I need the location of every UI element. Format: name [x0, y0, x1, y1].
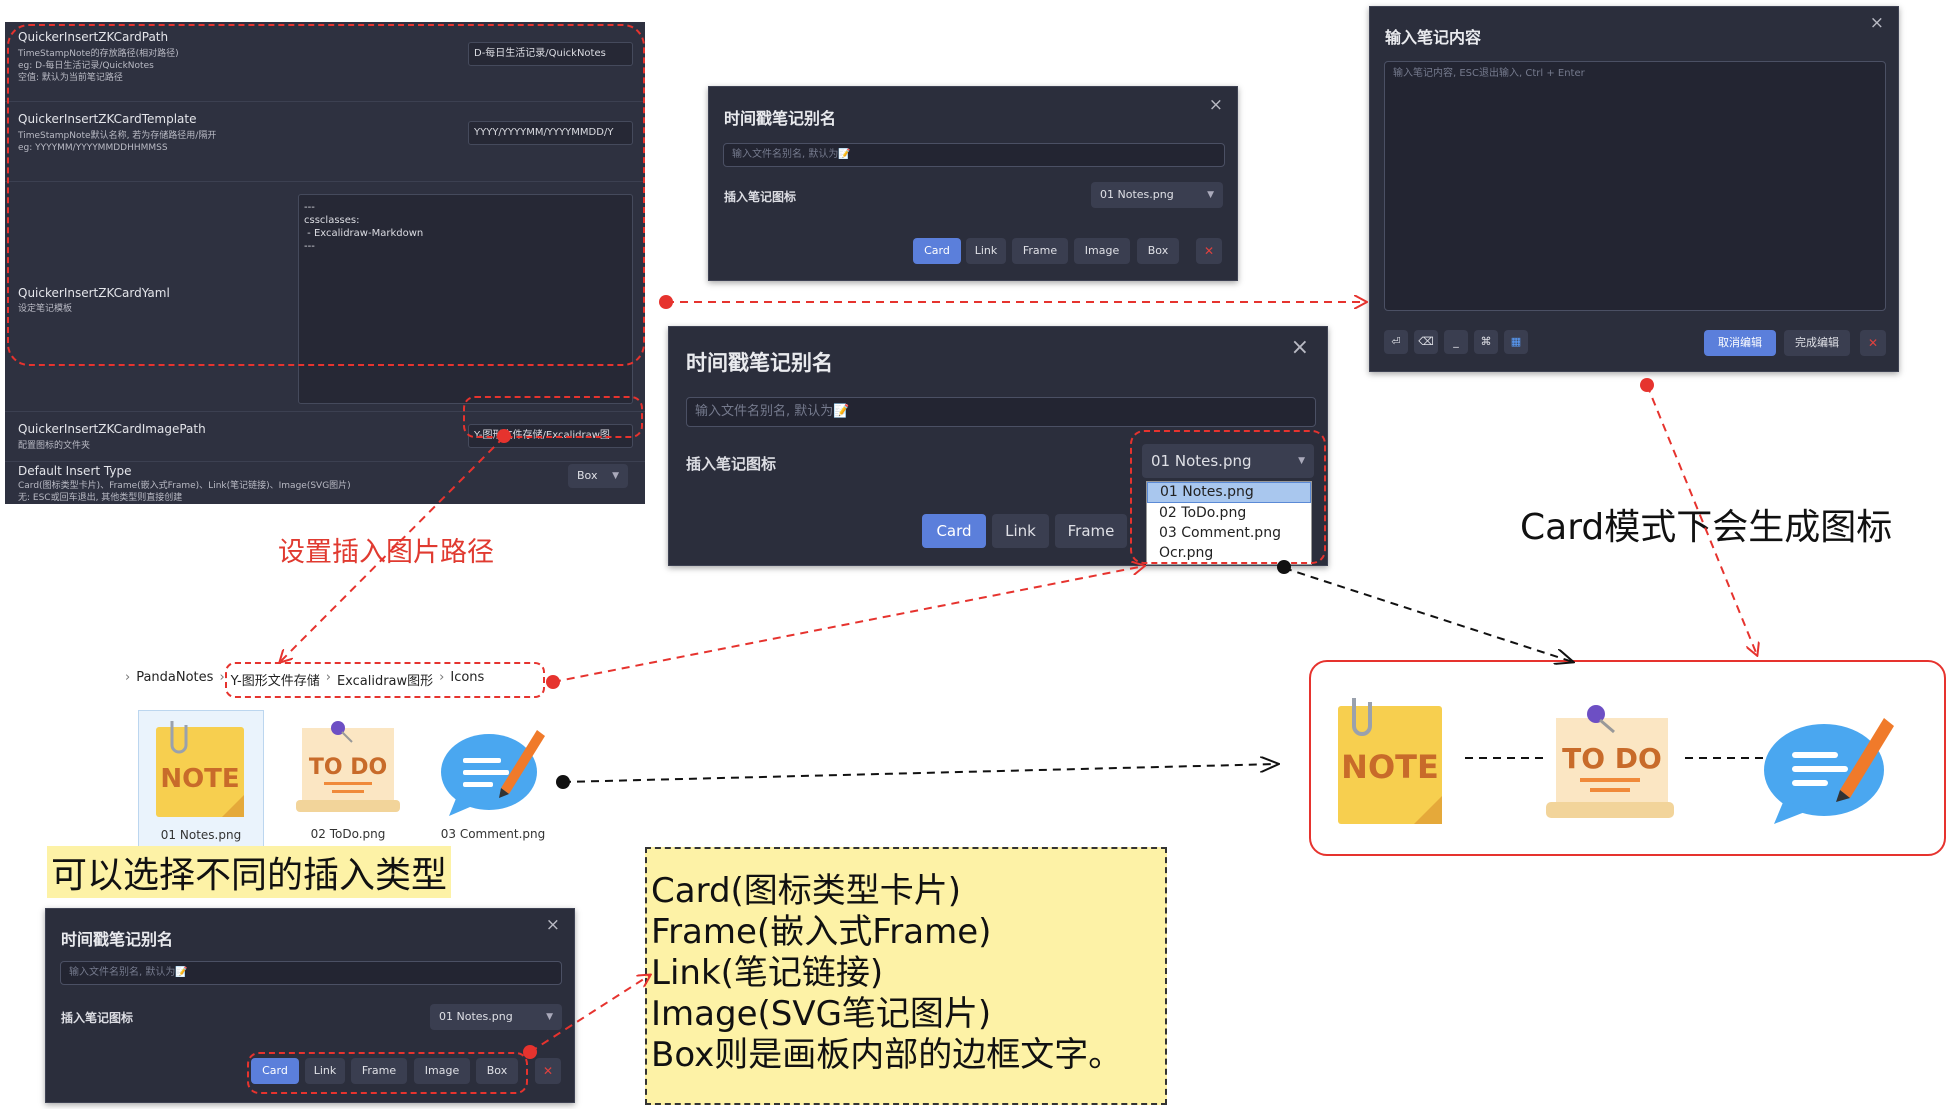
type-card: Card(图标类型卡片) [651, 871, 962, 911]
card-button[interactable]: Card [922, 514, 986, 548]
breadcrumb-item[interactable]: PandaNotes [136, 670, 213, 689]
frame-button[interactable]: Frame [1012, 238, 1068, 264]
comment-bubble-icon [441, 730, 545, 816]
todo-icon-text: TO DO [309, 755, 387, 780]
insert-type-select[interactable]: Box ▼ [568, 464, 628, 488]
file-thumbnail-comment[interactable]: 03 Comment.png [430, 710, 556, 848]
done-edit-button[interactable]: 完成编辑 [1784, 330, 1850, 356]
highlight-card-settings [7, 24, 645, 366]
highlight-buttons [247, 1052, 528, 1094]
cancel-x-button[interactable]: ✕ [535, 1058, 561, 1084]
underscore-tool-icon[interactable]: _ [1444, 330, 1468, 354]
icon-label: 插入笔记图标 [724, 190, 797, 204]
image-button[interactable]: Image [1074, 238, 1130, 264]
setting-desc: Card(图标类型卡片)、Frame(嵌入式Frame)、Link(笔记链接)、… [18, 481, 351, 503]
file-thumbnail-todo[interactable]: TO DO 02 ToDo.png [285, 710, 411, 848]
note-icon-text: NOTE [1341, 748, 1439, 786]
card-button[interactable]: Card [913, 238, 961, 264]
icon-label: 插入笔记图标 [61, 1011, 134, 1025]
chevron-down-icon: ▼ [612, 471, 619, 481]
annotation-insert-types: 可以选择不同的插入类型 [47, 846, 452, 898]
type-link: Link(笔记链接) [651, 953, 884, 993]
note-sticky-icon: NOTE [156, 721, 244, 817]
box-button[interactable]: Box [1137, 238, 1179, 264]
type-image: Image(SVG笔记图片) [651, 994, 992, 1034]
insert-types-note: Card(图标类型卡片) Frame(嵌入式Frame) Link(笔记链接) … [645, 847, 1167, 1105]
backspace-tool-icon[interactable]: ⌫ [1414, 330, 1438, 354]
cancel-x-button[interactable]: ✕ [1860, 330, 1886, 356]
alias-input[interactable]: 输入文件名别名, 默认为📝 [60, 961, 562, 985]
icon-select[interactable]: 01 Notes.png ▼ [1091, 182, 1223, 208]
file-thumbnail-notes[interactable]: NOTE 01 Notes.png [138, 710, 264, 848]
file-name: 01 Notes.png [160, 828, 242, 842]
annotation-image-path: 设置插入图片路径 [278, 537, 494, 568]
tag-tool-icon[interactable]: ⌘ [1474, 330, 1498, 354]
note-icon-text: NOTE [160, 764, 239, 794]
setting-row-insert-type: Default Insert Type Card(图标类型卡片)、Frame(嵌… [5, 462, 645, 504]
grid-tool-icon[interactable]: ▦ [1504, 330, 1528, 354]
file-name: 02 ToDo.png [310, 827, 386, 841]
close-icon[interactable]: × [546, 915, 560, 935]
setting-desc: 配置图标的文件夹 [18, 441, 91, 451]
icon-label: 插入笔记图标 [686, 455, 777, 473]
note-content-textarea[interactable]: 输入笔记内容, ESC退出输入, Ctrl + Enter [1384, 61, 1886, 311]
cancel-edit-button[interactable]: 取消编辑 [1704, 330, 1776, 356]
dialog-title: 输入笔记内容 [1385, 28, 1482, 47]
chevron-down-icon: ▼ [546, 1012, 553, 1022]
highlight-image-path [463, 396, 643, 438]
setting-name: QuickerInsertZKCardImagePath [18, 422, 206, 436]
close-icon[interactable]: × [1209, 95, 1223, 115]
icon-select-value: 01 Notes.png [1100, 188, 1174, 201]
icon-select-value: 01 Notes.png [439, 1010, 513, 1023]
comment-icon [1764, 718, 1894, 824]
alias-dialog-small: 时间戳笔记别名 × 输入文件名别名, 默认为📝 插入笔记图标 01 Notes.… [708, 86, 1238, 281]
type-frame: Frame(嵌入式Frame) [651, 912, 992, 952]
chevron-down-icon: ▼ [1207, 190, 1214, 200]
dialog-title: 时间戳笔记别名 [686, 351, 833, 375]
setting-name: Default Insert Type [18, 464, 132, 478]
file-name: 03 Comment.png [440, 827, 546, 841]
dialog-title: 时间戳笔记别名 [61, 930, 174, 949]
dialog-title: 时间戳笔记别名 [724, 109, 837, 128]
insert-type-value: Box [577, 469, 598, 482]
todo-icon-text: TO DO [1562, 742, 1662, 775]
icon-select[interactable]: 01 Notes.png ▼ [430, 1004, 562, 1030]
highlight-breadcrumb [225, 662, 545, 698]
link-button[interactable]: Link [966, 238, 1006, 264]
annotation-card-mode: Card模式下会生成图标 [1520, 507, 1893, 548]
note-icon: NOTE [1338, 698, 1442, 824]
frame-button[interactable]: Frame [1055, 514, 1127, 548]
close-icon[interactable]: × [1291, 335, 1309, 360]
link-tool-icon[interactable]: ⏎ [1384, 330, 1408, 354]
todo-paper-icon: TO DO [296, 721, 400, 812]
cancel-x-button[interactable]: ✕ [1196, 238, 1222, 264]
type-box: Box则是画板内部的边框文字。 [651, 1035, 1123, 1075]
alias-input[interactable]: 输入文件名别名, 默认为📝 [686, 397, 1316, 427]
close-icon[interactable]: × [1870, 13, 1884, 33]
todo-icon: TO DO [1546, 705, 1674, 818]
alias-input[interactable]: 输入文件名别名, 默认为📝 [723, 143, 1225, 167]
highlight-dropdown [1130, 430, 1326, 564]
link-button[interactable]: Link [992, 514, 1049, 548]
note-editor-dialog: 输入笔记内容 × 输入笔记内容, ESC退出输入, Ctrl + Enter ⏎… [1369, 6, 1899, 372]
